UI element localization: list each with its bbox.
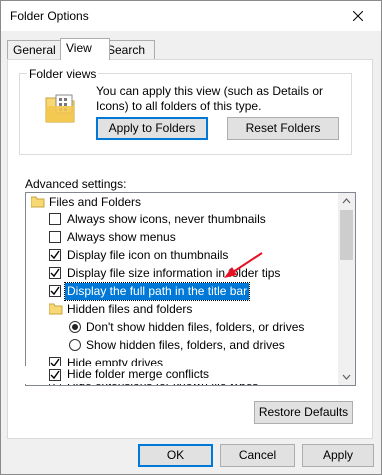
red-arrow-annotation (224, 252, 263, 278)
tree-item-label: Files and Folders (49, 195, 142, 209)
tree-item-full-path-in-title-bar[interactable]: Display the full path in the title bar (26, 282, 336, 301)
checkbox-checked[interactable] (49, 267, 61, 279)
tree-item-label: Show hidden files, folders, and drives (86, 338, 285, 352)
checkbox-unchecked[interactable] (49, 231, 61, 243)
tree-item-hide-folder-merge[interactable]: Hide folder merge conflicts (25, 366, 335, 384)
selected-item-label: Display the full path in the title bar (63, 282, 251, 301)
tree-item-label: Always show menus (67, 230, 176, 244)
folder-icon (31, 196, 45, 208)
folder-views-label: Folder views (27, 67, 99, 81)
tab-view[interactable]: View (60, 38, 110, 60)
reset-folders-button[interactable]: Reset Folders (227, 117, 339, 140)
tree-item-file-icon-on-thumbnails[interactable]: Display file icon on thumbnails (26, 247, 336, 265)
tree-item-always-show-icons[interactable]: Always show icons, never thumbnails (26, 211, 336, 229)
restore-defaults-button[interactable]: Restore Defaults (254, 401, 353, 424)
radio-unselected[interactable] (69, 339, 81, 351)
tab-general[interactable]: General (7, 40, 61, 59)
window-title: Folder Options (10, 9, 89, 23)
checkbox-checked[interactable] (49, 369, 61, 381)
tree-item-label: Hide folder merge conflicts (67, 367, 210, 381)
scrollbar-thumb[interactable] (340, 210, 353, 260)
tree-item-files-and-folders: Files and Folders (26, 194, 336, 212)
check-icon (50, 250, 60, 260)
folder-icon (49, 303, 63, 315)
check-icon (50, 370, 60, 380)
check-icon (50, 286, 60, 296)
folder-views-description: You can apply this view (such as Details… (96, 84, 324, 113)
checkbox-unchecked[interactable] (49, 213, 61, 225)
scroll-down-icon[interactable] (338, 368, 355, 385)
tree-item-show-hidden[interactable]: Show hidden files, folders, and drives (26, 337, 336, 355)
close-icon (353, 11, 363, 21)
tree-item-label: Display file icon on thumbnails (67, 248, 229, 262)
scroll-up-icon[interactable] (338, 193, 355, 210)
title-bar[interactable]: Folder Options (1, 1, 381, 31)
tree-item-hidden-files-and-folders: Hidden files and folders (26, 301, 336, 319)
advanced-settings-label: Advanced settings: (25, 177, 127, 191)
tree-item-label: Hidden files and folders (67, 302, 193, 316)
tree-item-dont-show-hidden[interactable]: Don't show hidden files, folders, or dri… (26, 319, 336, 337)
folder-views-icon (45, 94, 75, 123)
apply-to-folders-button[interactable]: Apply to Folders (96, 117, 208, 140)
tree-item-always-show-menus[interactable]: Always show menus (26, 229, 336, 247)
radio-dot (72, 324, 78, 330)
tree-item-label: Don't show hidden files, folders, or dri… (86, 320, 305, 334)
apply-button[interactable]: Apply (302, 444, 374, 467)
cancel-button[interactable]: Cancel (220, 444, 295, 467)
radio-selected[interactable] (69, 321, 81, 333)
tree-item-label: Always show icons, never thumbnails (67, 212, 266, 226)
close-button[interactable] (335, 1, 381, 31)
ok-button[interactable]: OK (138, 444, 213, 467)
check-icon (50, 268, 60, 278)
vertical-scrollbar[interactable] (338, 193, 355, 385)
advanced-settings-tree[interactable]: Files and Folders Always show icons, nev… (25, 192, 356, 386)
tree-item-file-size-in-tips[interactable]: Display file size information in folder … (26, 265, 336, 283)
checkbox-checked[interactable] (49, 249, 61, 261)
checkbox-checked[interactable] (49, 285, 61, 297)
